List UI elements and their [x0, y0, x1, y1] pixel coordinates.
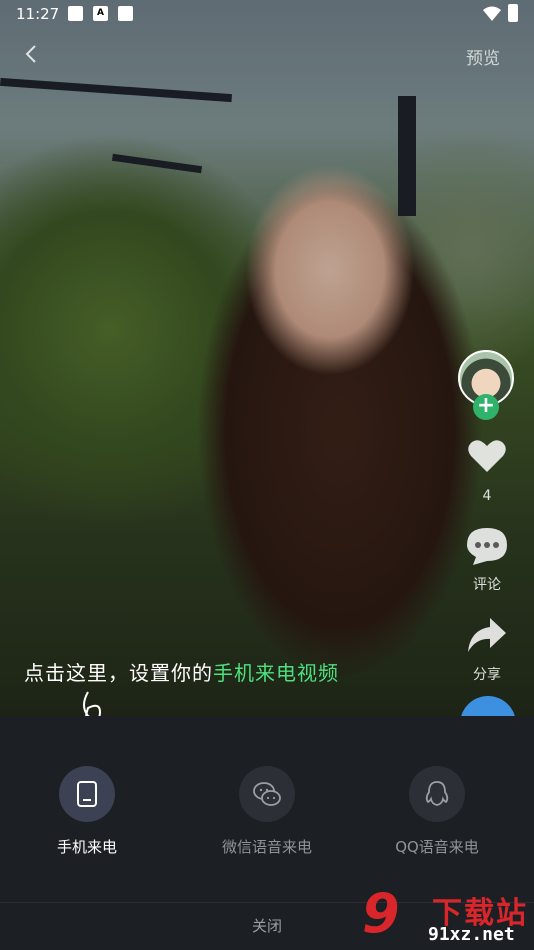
heart-icon: [468, 440, 506, 472]
option-qq-label: QQ语音来电: [395, 838, 479, 856]
option-qq-call[interactable]: QQ语音来电: [357, 766, 517, 857]
qq-icon: [425, 781, 449, 806]
watermark-url: 91xz.net: [428, 924, 515, 945]
option-phone-call[interactable]: 手机来电: [7, 766, 167, 857]
back-icon[interactable]: [22, 44, 42, 64]
share-icon: [468, 618, 506, 652]
comment-label: 评论: [473, 577, 501, 593]
option-qq-circle: [409, 766, 465, 822]
status-time: 11:27: [16, 5, 60, 23]
watermark-number: 9: [362, 882, 400, 945]
accessibility-icon: A: [93, 6, 108, 21]
hint-text: 点击这里，设置你的: [24, 661, 213, 685]
share-label: 分享: [473, 667, 501, 683]
preview-button[interactable]: 预览: [466, 44, 500, 69]
wifi-icon: [483, 6, 501, 21]
call-video-hint[interactable]: 点击这里，设置你的手机来电视频: [24, 657, 339, 686]
like-button[interactable]: 4: [458, 438, 516, 504]
like-count: 4: [482, 488, 492, 504]
follow-button[interactable]: +: [473, 394, 499, 420]
notification-icon: [118, 6, 133, 21]
phone-icon: [77, 781, 97, 807]
option-wechat-circle: [239, 766, 295, 822]
comment-icon: [467, 528, 507, 565]
battery-icon: [508, 4, 518, 22]
status-bar: 11:27 A: [0, 0, 534, 28]
comment-button[interactable]: 评论: [458, 526, 516, 594]
wechat-icon: [253, 782, 281, 806]
watermark-logo: 9 下载站 91xz.net: [360, 884, 534, 950]
option-phone-circle: [59, 766, 115, 822]
option-wechat-call[interactable]: 微信语音来电: [187, 766, 347, 857]
hint-highlight: 手机来电视频: [213, 661, 339, 685]
option-wechat-label: 微信语音来电: [221, 838, 312, 856]
share-button[interactable]: 分享: [458, 616, 516, 684]
option-phone-label: 手机来电: [56, 838, 117, 856]
background-photo: [0, 0, 534, 716]
notification-icon: [68, 6, 83, 21]
